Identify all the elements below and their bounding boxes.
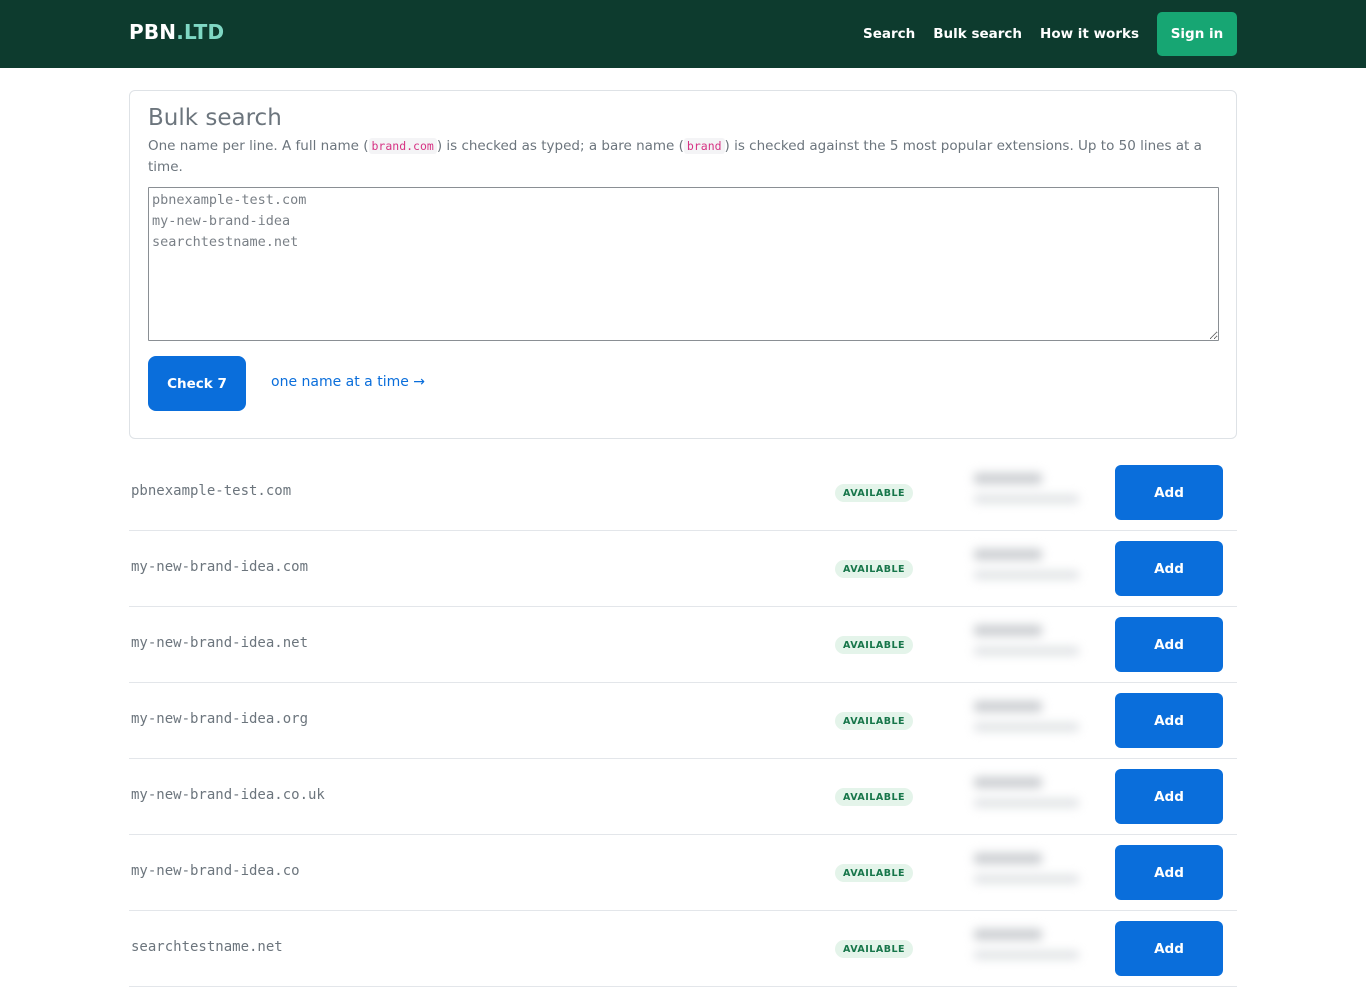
blurred-price-note [974,951,1079,959]
blurred-price-area [961,683,1099,758]
status-badge: AVAILABLE [835,484,913,502]
desc-text-2: ) is checked as typed; a bare name ( [436,138,684,154]
nav-link-bulk-search[interactable]: Bulk search [933,26,1022,42]
code-example-full: brand.com [368,138,437,154]
status-badge: AVAILABLE [835,788,913,806]
result-row: my-new-brand-idea.co AVAILABLE Add [129,835,1237,911]
nav-link-search[interactable]: Search [863,26,915,42]
add-button[interactable]: Add [1115,693,1223,748]
blurred-price [974,853,1042,864]
blurred-price-note [974,799,1079,807]
status-badge: AVAILABLE [835,560,913,578]
brand-logo[interactable]: PBN.LTD [129,20,224,44]
blurred-price [974,777,1042,788]
bulk-description: One name per line. A full name (brand.co… [148,136,1213,178]
add-button[interactable]: Add [1115,465,1223,520]
page-title: Bulk search [148,105,282,131]
desc-text-1: One name per line. A full name ( [148,138,369,154]
bulk-search-card: Bulk search One name per line. A full na… [129,90,1237,439]
result-domain: my-new-brand-idea.co [131,863,300,879]
results-list: pbnexample-test.com AVAILABLE Add my-new-br… [129,455,1237,987]
status-badge: AVAILABLE [835,940,913,958]
blurred-price-area [961,455,1099,530]
result-row: my-new-brand-idea.net AVAILABLE Add [129,607,1237,683]
result-row: pbnexample-test.com AVAILABLE Add [129,455,1237,531]
brand-tld: .LTD [176,20,225,44]
blurred-price [974,473,1042,484]
result-domain: my-new-brand-idea.com [131,559,309,575]
status-badge: AVAILABLE [835,636,913,654]
bulk-names-textarea[interactable] [148,187,1219,341]
blurred-price [974,701,1042,712]
result-domain: my-new-brand-idea.net [131,635,309,651]
blurred-price-area [961,531,1099,606]
result-row: searchtestname.net AVAILABLE Add [129,911,1237,987]
nav-links: Search Bulk search How it works Sign in [845,12,1237,56]
blurred-price [974,625,1042,636]
blurred-price-area [961,759,1099,834]
result-domain: searchtestname.net [131,939,283,955]
result-row: my-new-brand-idea.org AVAILABLE Add [129,683,1237,759]
nav-link-how-it-works[interactable]: How it works [1040,26,1139,42]
add-button[interactable]: Add [1115,541,1223,596]
blurred-price-note [974,723,1079,731]
result-row: my-new-brand-idea.co.uk AVAILABLE Add [129,759,1237,835]
blurred-price-note [974,647,1079,655]
blurred-price-note [974,571,1079,579]
top-navbar: PBN.LTD Search Bulk search How it works … [0,0,1366,68]
result-domain: my-new-brand-idea.org [131,711,309,727]
blurred-price-note [974,495,1079,503]
blurred-price-area [961,607,1099,682]
single-search-link[interactable]: one name at a time → [271,374,425,390]
blurred-price-area [961,911,1099,986]
status-badge: AVAILABLE [835,712,913,730]
add-button[interactable]: Add [1115,921,1223,976]
add-button[interactable]: Add [1115,845,1223,900]
result-domain: my-new-brand-idea.co.uk [131,787,325,803]
sign-in-button[interactable]: Sign in [1157,12,1237,56]
blurred-price-note [974,875,1079,883]
status-badge: AVAILABLE [835,864,913,882]
blurred-price [974,929,1042,940]
result-domain: pbnexample-test.com [131,483,292,499]
check-button[interactable]: Check 7 [148,356,246,411]
result-row: my-new-brand-idea.com AVAILABLE Add [129,531,1237,607]
brand-name: PBN [129,20,177,44]
blurred-price-area [961,835,1099,910]
add-button[interactable]: Add [1115,617,1223,672]
add-button[interactable]: Add [1115,769,1223,824]
blurred-price [974,549,1042,560]
code-example-bare: brand [683,138,725,154]
